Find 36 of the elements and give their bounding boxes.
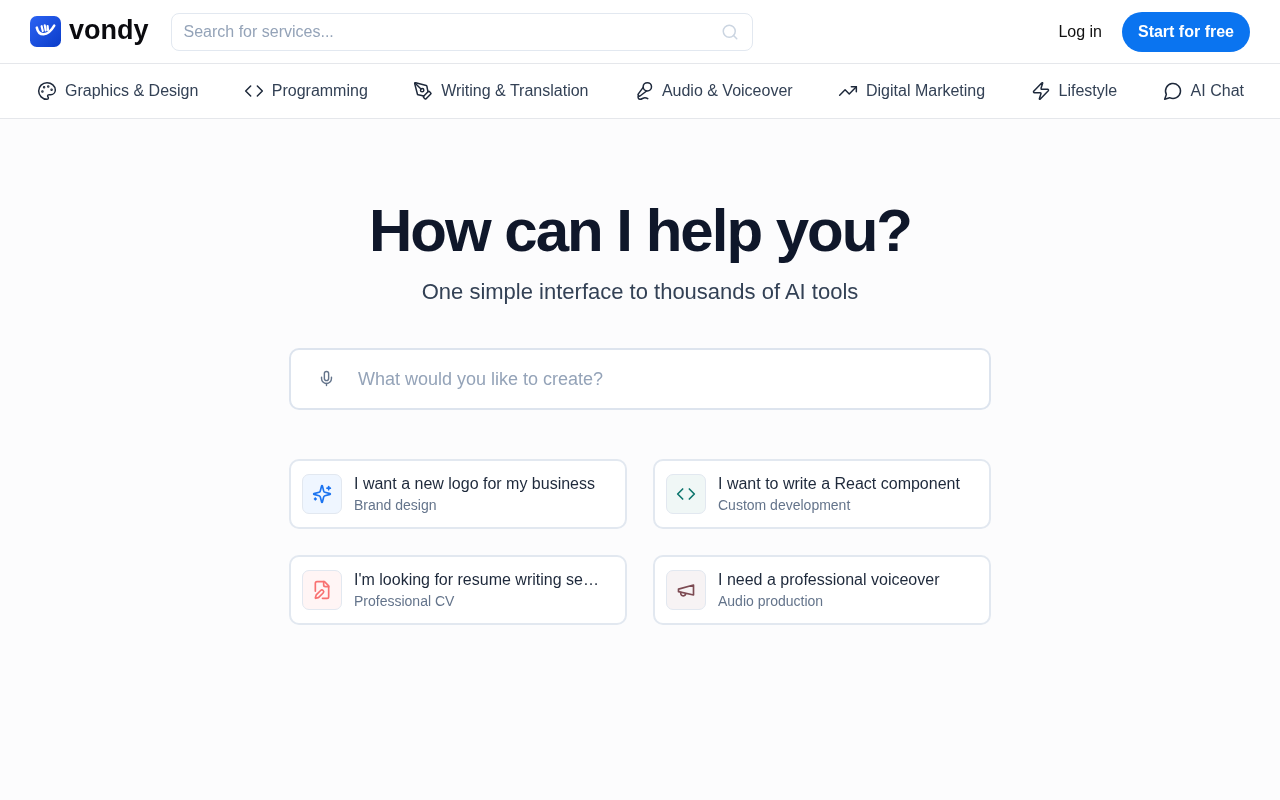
category-link[interactable]: Audio & Voiceover <box>633 81 793 101</box>
suggestion-subtitle: Brand design <box>354 496 438 514</box>
category-link[interactable]: Digital Marketing <box>838 81 986 101</box>
hero-subtitle: One simple interface to thousands of AI tools <box>421 278 859 306</box>
suggestion-subtitle: Audio production <box>718 592 825 610</box>
lightning-icon <box>1030 81 1051 101</box>
suggestion-subtitle: Professional CV <box>354 592 456 610</box>
suggestion-card[interactable]: I want to write a React component Custom development <box>653 459 991 529</box>
suggestion-title: I need a professional voiceover <box>718 570 940 590</box>
chat-bubble-icon <box>1162 81 1183 101</box>
search-field[interactable]: Search for services... <box>170 12 753 51</box>
category-link[interactable]: Graphics & Design <box>37 81 199 101</box>
suggestion-subtitle: Custom development <box>718 496 852 514</box>
sparkles-icon <box>302 474 342 514</box>
brand-wordmark: vondy <box>69 17 149 46</box>
hero-heading: How can I help you? <box>368 196 912 266</box>
category-link[interactable]: Programming <box>243 81 368 101</box>
suggestion-card[interactable]: I want a new logo for my business Brand design <box>289 459 627 529</box>
suggestion-title: I'm looking for resume writing se… <box>354 570 599 590</box>
suggestion-title: I want a new logo for my business <box>354 474 595 494</box>
microphone-icon[interactable] <box>318 370 335 387</box>
category-link[interactable]: AI Chat <box>1162 81 1244 101</box>
code-icon <box>666 474 706 514</box>
suggestion-title: I want to write a React component <box>718 474 960 494</box>
prompt-field[interactable]: What would you like to create? <box>289 348 991 410</box>
palette-icon <box>37 81 57 101</box>
suggestion-card[interactable]: I need a professional voiceover Audio production <box>653 555 991 625</box>
start-free-button[interactable]: Start for free <box>1121 11 1250 52</box>
login-link[interactable]: Log in <box>1058 22 1102 41</box>
suggestion-card[interactable]: I'm looking for resume writing se… Professional CV <box>289 555 627 625</box>
category-link[interactable]: Writing & Translation <box>413 81 589 101</box>
pen-tool-icon <box>413 81 434 101</box>
megaphone-icon <box>666 570 706 610</box>
app-logo-icon[interactable] <box>30 16 61 47</box>
category-link[interactable]: Lifestyle <box>1030 81 1118 101</box>
file-pen-icon <box>302 570 342 610</box>
